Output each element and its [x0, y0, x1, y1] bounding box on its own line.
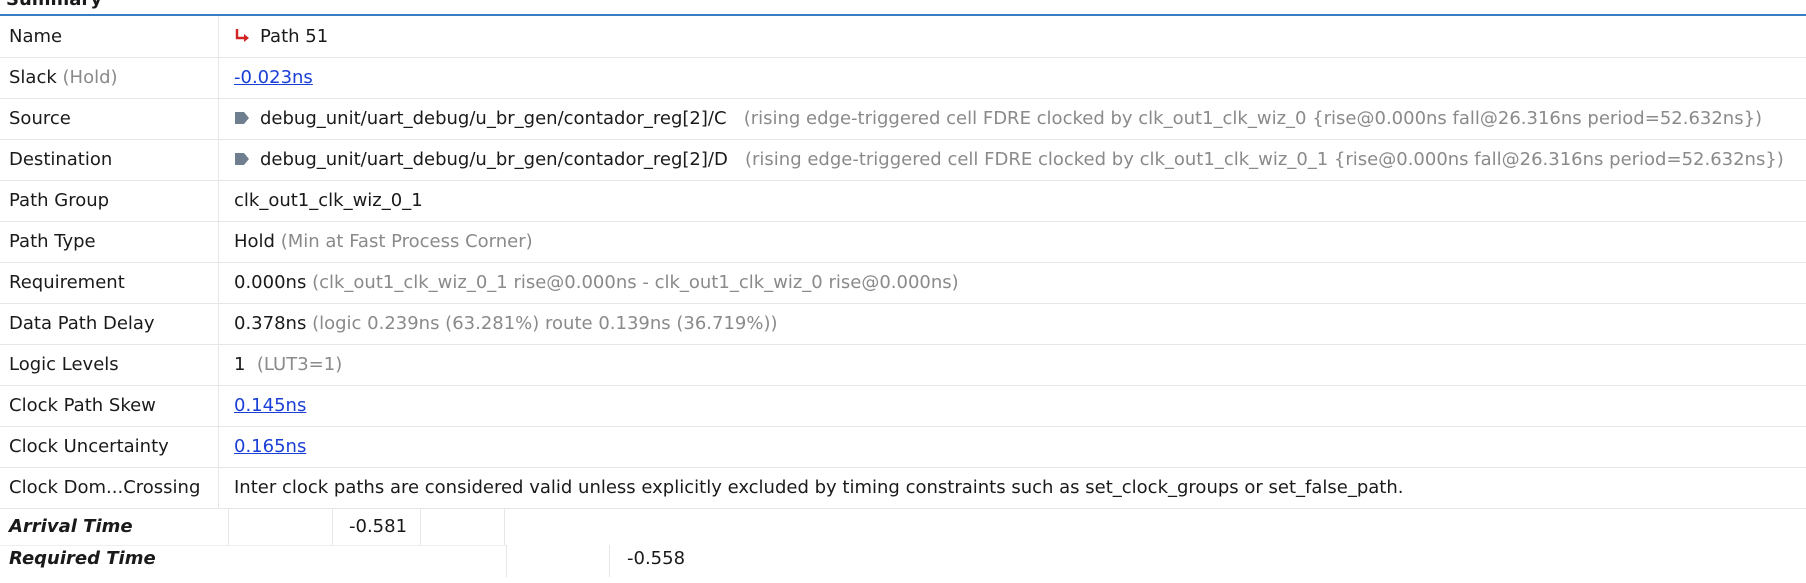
row-destination: Destination debug_unit/uart_debug/u_br_g… — [0, 139, 1806, 181]
source-label: Source — [0, 98, 219, 139]
destination-value-cell: debug_unit/uart_debug/u_br_gen/contador_… — [234, 139, 1784, 180]
row-requirement: Requirement 0.000ns (clk_out1_clk_wiz_0_… — [0, 262, 1806, 304]
pin-icon — [235, 153, 249, 165]
destination-detail: (rising edge-triggered cell FDRE clocked… — [744, 149, 1784, 170]
logic-levels-label: Logic Levels — [0, 344, 219, 385]
row-source: Source debug_unit/uart_debug/u_br_gen/co… — [0, 98, 1806, 140]
section-title: Summary — [6, 0, 102, 10]
divider — [504, 508, 505, 545]
divider — [420, 508, 421, 545]
requirement-detail: (clk_out1_clk_wiz_0_1 rise@0.000ns - clk… — [312, 272, 959, 293]
row-path-type: Path Type Hold (Min at Fast Process Corn… — [0, 221, 1806, 263]
path-arrow-icon — [235, 29, 249, 42]
clock-domain-crossing-label: Clock Dom...Crossing — [0, 467, 219, 508]
path-type-value: Hold — [234, 231, 275, 252]
requirement-label: Requirement — [0, 262, 219, 303]
row-slack: Slack (Hold) -0.023ns — [0, 57, 1806, 99]
row-data-path-delay: Data Path Delay 0.378ns (logic 0.239ns (… — [0, 303, 1806, 345]
divider — [506, 545, 507, 577]
row-logic-levels: Logic Levels 1 (LUT3=1) — [0, 344, 1806, 386]
path-group-value: clk_out1_clk_wiz_0_1 — [234, 190, 423, 211]
arrival-time-label: Arrival Time — [9, 516, 133, 537]
path-group-label: Path Group — [0, 180, 219, 221]
name-label: Name — [0, 16, 219, 57]
clock-domain-crossing-value: Inter clock paths are considered valid u… — [234, 477, 1404, 498]
divider — [332, 508, 333, 545]
data-path-delay-value-cell: 0.378ns (logic 0.239ns (63.281%) route 0… — [234, 303, 778, 344]
destination-pin: debug_unit/uart_debug/u_br_gen/contador_… — [260, 149, 728, 170]
clock-uncertainty-label: Clock Uncertainty — [0, 426, 219, 467]
row-clock-path-skew: Clock Path Skew 0.145ns — [0, 385, 1806, 427]
source-detail: (rising edge-triggered cell FDRE clocked… — [743, 108, 1763, 129]
clock-path-skew-label: Clock Path Skew — [0, 385, 219, 426]
path-type-value-cell: Hold (Min at Fast Process Corner) — [234, 221, 533, 262]
required-time-value: -0.558 — [627, 548, 686, 569]
row-clock-uncertainty: Clock Uncertainty 0.165ns — [0, 426, 1806, 468]
divider — [228, 508, 229, 545]
clock-uncertainty-link[interactable]: 0.165ns — [234, 436, 306, 457]
path-type-label: Path Type — [0, 221, 219, 262]
divider — [609, 545, 610, 577]
slack-label-cell: Slack (Hold) — [0, 57, 219, 98]
clock-uncertainty-value-cell: 0.165ns — [234, 426, 306, 467]
slack-label: Slack — [9, 67, 57, 88]
clock-path-skew-link[interactable]: 0.145ns — [234, 395, 306, 416]
row-name: Name Path 51 — [0, 16, 1806, 58]
slack-qualifier: (Hold) — [62, 67, 118, 88]
slack-link[interactable]: -0.023ns — [234, 67, 313, 88]
row-clock-domain-crossing: Clock Dom...Crossing Inter clock paths a… — [0, 467, 1806, 509]
logic-levels-detail: (LUT3=1) — [256, 354, 343, 375]
destination-label: Destination — [0, 139, 219, 180]
requirement-value: 0.000ns — [234, 272, 307, 293]
source-pin: debug_unit/uart_debug/u_br_gen/contador_… — [260, 108, 727, 129]
pin-icon — [235, 112, 249, 124]
logic-levels-value-cell: 1 (LUT3=1) — [234, 344, 342, 385]
row-path-group: Path Group clk_out1_clk_wiz_0_1 — [0, 180, 1806, 222]
slack-value-cell: -0.023ns — [234, 57, 313, 98]
requirement-value-cell: 0.000ns (clk_out1_clk_wiz_0_1 rise@0.000… — [234, 262, 959, 303]
path-name: Path 51 — [260, 26, 329, 47]
clock-path-skew-value-cell: 0.145ns — [234, 385, 306, 426]
logic-levels-value: 1 — [234, 354, 246, 375]
source-value-cell: debug_unit/uart_debug/u_br_gen/contador_… — [234, 98, 1762, 139]
data-path-delay-label: Data Path Delay — [0, 303, 219, 344]
summary-header: Summary — [0, 0, 1806, 16]
data-path-delay-value: 0.378ns — [234, 313, 307, 334]
arrival-time-value: -0.581 — [349, 516, 408, 537]
required-time-label: Required Time — [9, 548, 156, 569]
name-value-cell: Path 51 — [234, 16, 328, 57]
path-type-detail: (Min at Fast Process Corner) — [280, 231, 533, 252]
data-path-delay-detail: (logic 0.239ns (63.281%) route 0.139ns (… — [312, 313, 778, 334]
